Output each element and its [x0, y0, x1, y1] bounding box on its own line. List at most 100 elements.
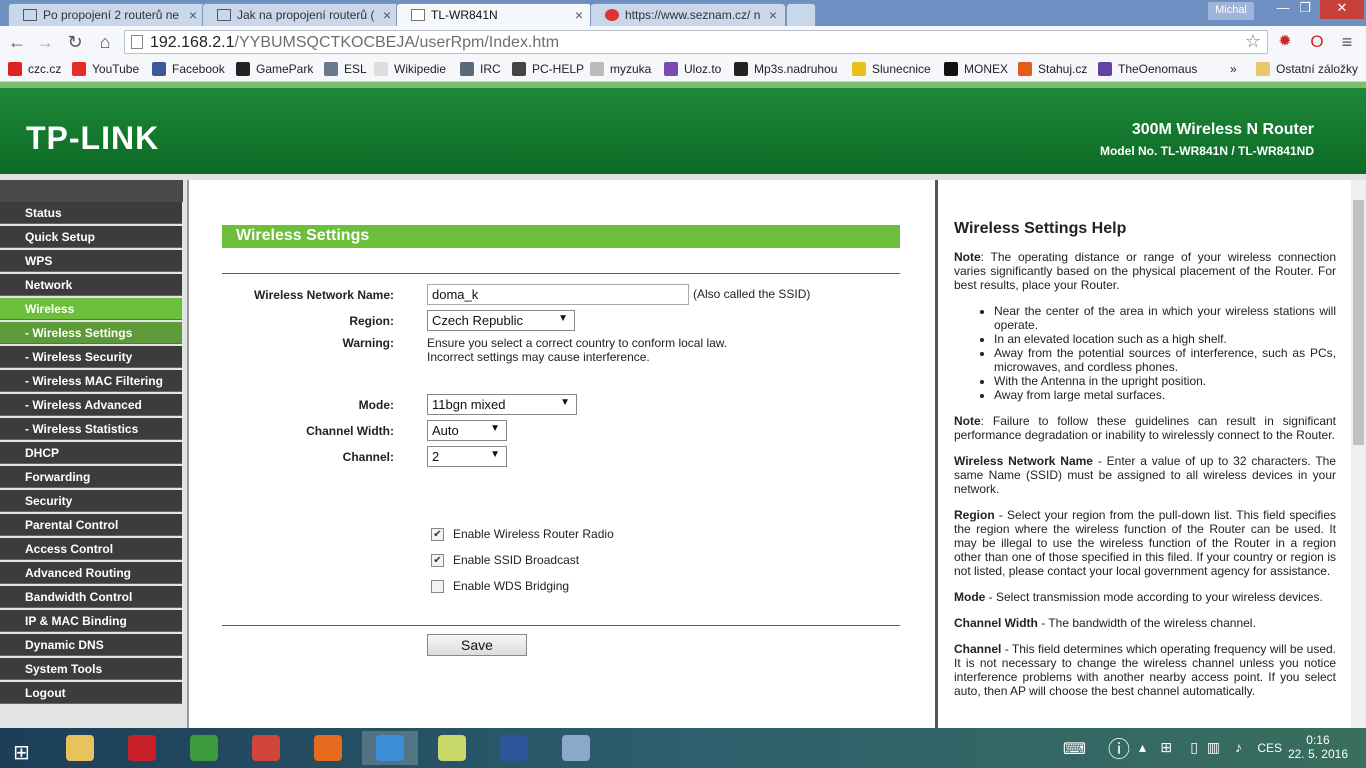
reload-button[interactable]: ↻: [64, 32, 86, 52]
taskbar-chrome[interactable]: [362, 731, 418, 765]
sidebar-item-system-tools[interactable]: System Tools: [0, 658, 182, 680]
taskbar-sticky-notes[interactable]: [424, 731, 480, 765]
close-icon[interactable]: ×: [769, 7, 777, 23]
sidebar-item-forwarding[interactable]: Forwarding: [0, 466, 182, 488]
opera-icon[interactable]: O: [1306, 32, 1328, 52]
bookmark-uloz-to[interactable]: Uloz.to: [664, 62, 721, 76]
tab-jak-na-propojeni[interactable]: Jak na propojení routerů ( ×: [202, 3, 400, 26]
forward-button[interactable]: →: [34, 32, 56, 52]
region-select[interactable]: Czech Republic ▼: [427, 310, 575, 331]
bookmark-czc-cz[interactable]: czc.cz: [8, 62, 61, 76]
paint-icon: [562, 735, 590, 761]
bookmark-mp3s-nadruhou[interactable]: Mp3s.nadruhou: [734, 62, 837, 76]
sidebar-item-wireless-security[interactable]: - Wireless Security: [0, 346, 182, 368]
sidebar-item-status[interactable]: Status: [0, 202, 182, 224]
bookmark-facebook[interactable]: Facebook: [152, 62, 225, 76]
other-bookmarks-folder[interactable]: Ostatní záložky: [1256, 62, 1358, 76]
extension-gear-icon[interactable]: ✹: [1274, 32, 1296, 52]
sidebar-item-dhcp[interactable]: DHCP: [0, 442, 182, 464]
bookmark-label: Slunecnice: [872, 62, 931, 76]
clock[interactable]: 0:16 22. 5. 2016: [1288, 733, 1348, 761]
address-bar[interactable]: 192.168.2.1/YYBUMSQCTKOCBEJA/userRpm/Ind…: [124, 30, 1268, 54]
network-icon[interactable]: ▥: [1207, 739, 1220, 756]
taskbar-firefox[interactable]: [300, 731, 356, 765]
start-button[interactable]: ⊞: [0, 731, 50, 765]
volume-icon[interactable]: ♪: [1235, 739, 1242, 755]
bookmark-monex[interactable]: MONEX: [944, 62, 1008, 76]
sidebar-item-dynamic-dns[interactable]: Dynamic DNS: [0, 634, 182, 656]
close-icon[interactable]: ×: [575, 7, 583, 23]
menu-icon[interactable]: ≡: [1336, 32, 1358, 52]
sidebar-item-wireless-statistics[interactable]: - Wireless Statistics: [0, 418, 182, 440]
sidebar-item-ip-mac-binding[interactable]: IP & MAC Binding: [0, 610, 182, 632]
sidebar-item-logout[interactable]: Logout: [0, 682, 182, 704]
taskbar-file-explorer[interactable]: [52, 731, 108, 765]
bookmark-pc-help[interactable]: PC-HELP: [512, 62, 584, 76]
bookmark-stahuj-cz[interactable]: Stahuj.cz: [1018, 62, 1087, 76]
taskbar-ccleaner[interactable]: [238, 731, 294, 765]
tab-tl-wr841n[interactable]: TL-WR841N ×: [396, 3, 592, 26]
tab-title: Po propojení 2 routerů ne: [43, 8, 180, 22]
scrollbar-thumb[interactable]: [1353, 200, 1364, 445]
home-button[interactable]: ⌂: [94, 32, 116, 52]
action-center-icon[interactable]: ⊞: [1160, 739, 1172, 756]
channel-width-select[interactable]: Auto ▼: [427, 420, 507, 441]
show-hidden-icons-icon[interactable]: ▴: [1139, 739, 1146, 756]
sidebar-item-wireless[interactable]: Wireless: [0, 298, 182, 320]
battery-icon[interactable]: ▯: [1190, 739, 1198, 756]
taskbar-flash-app[interactable]: [114, 731, 170, 765]
taskbar-paint[interactable]: [548, 731, 604, 765]
sidebar-item-quick-setup[interactable]: Quick Setup: [0, 226, 182, 248]
sidebar-item-access-control[interactable]: Access Control: [0, 538, 182, 560]
ssid-broadcast-checkbox[interactable]: ✔: [431, 554, 444, 567]
page-favicon-icon: [23, 9, 37, 21]
sidebar-item-wireless-settings[interactable]: - Wireless Settings: [0, 322, 182, 344]
back-button[interactable]: ←: [6, 32, 28, 52]
sidebar-item-wps[interactable]: WPS: [0, 250, 182, 272]
bookmark-theoenomaus[interactable]: TheOenomaus: [1098, 62, 1197, 76]
channel-select[interactable]: 2 ▼: [427, 446, 507, 467]
warning-line-1: Ensure you select a correct country to c…: [427, 336, 728, 350]
input-language[interactable]: CES: [1257, 741, 1282, 755]
bookmark-star-icon[interactable]: ☆: [1245, 31, 1261, 52]
help-scrollbar[interactable]: [1351, 180, 1366, 728]
warning-label: Warning:: [342, 336, 394, 350]
close-window-button[interactable]: ✕: [1320, 0, 1364, 19]
page-favicon-icon: [217, 9, 231, 21]
tab-seznam[interactable]: https://www.seznam.cz/ n ×: [590, 3, 786, 26]
sidebar-item-network[interactable]: Network: [0, 274, 182, 296]
more-bookmarks-button[interactable]: »: [1230, 62, 1237, 76]
bookmark-youtube[interactable]: YouTube: [72, 62, 139, 76]
sidebar-item-security[interactable]: Security: [0, 490, 182, 512]
bookmark-irc[interactable]: IRC: [460, 62, 501, 76]
wds-bridging-checkbox[interactable]: [431, 580, 444, 593]
restore-button[interactable]: ❐: [1292, 0, 1318, 19]
help-icon[interactable]: ⓘ: [1108, 732, 1130, 764]
wireless-radio-checkbox[interactable]: ✔: [431, 528, 444, 541]
page-title: Wireless Settings: [222, 225, 900, 248]
ssid-input[interactable]: doma_k: [427, 284, 689, 305]
ssid-broadcast-label: Enable SSID Broadcast: [453, 553, 580, 567]
close-icon[interactable]: ×: [383, 7, 391, 23]
bookmark-gamepark[interactable]: GamePark: [236, 62, 313, 76]
close-icon[interactable]: ×: [189, 7, 197, 23]
sidebar-item-advanced-routing[interactable]: Advanced Routing: [0, 562, 182, 584]
new-tab-button[interactable]: [786, 3, 816, 26]
keyboard-icon[interactable]: ⌨: [1063, 739, 1086, 759]
sidebar-item-wireless-advanced[interactable]: - Wireless Advanced: [0, 394, 182, 416]
save-button[interactable]: Save: [427, 634, 527, 656]
sidebar-item-parental-control[interactable]: Parental Control: [0, 514, 182, 536]
bookmark-esl[interactable]: ESL: [324, 62, 367, 76]
profile-user-name[interactable]: Michal: [1208, 2, 1254, 20]
sidebar-item-bandwidth-control[interactable]: Bandwidth Control: [0, 586, 182, 608]
bookmark-slunecnice[interactable]: Slunecnice: [852, 62, 931, 76]
sidebar-item-wireless-mac-filtering[interactable]: - Wireless MAC Filtering: [0, 370, 182, 392]
mode-select[interactable]: 11bgn mixed ▼: [427, 394, 577, 415]
bookmark-wikipedie[interactable]: Wikipedie: [374, 62, 446, 76]
bookmark-favicon-icon: [236, 62, 250, 76]
tab-propojeni-routeru[interactable]: Po propojení 2 routerů ne ×: [8, 3, 206, 26]
taskbar-word[interactable]: [486, 731, 542, 765]
taskbar-utorrent[interactable]: [176, 731, 232, 765]
help-mode: Mode - Select transmission mode accordin…: [954, 590, 1336, 604]
bookmark-myzuka[interactable]: myzuka: [590, 62, 651, 76]
